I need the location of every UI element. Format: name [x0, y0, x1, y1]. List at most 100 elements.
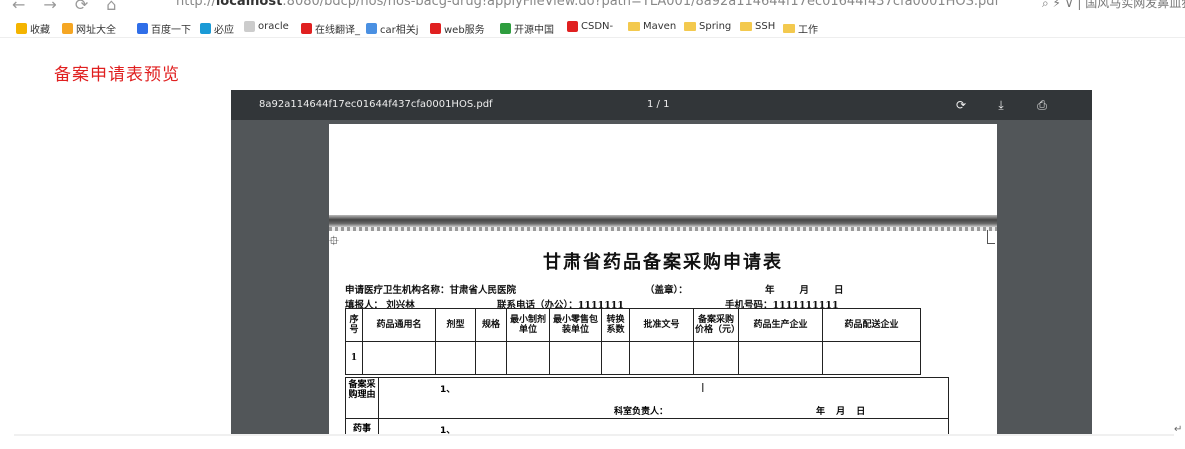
col-dosage-form: 剂型 — [435, 308, 476, 342]
nav-buttons[interactable]: ←→⟳⌂ — [12, 0, 134, 14]
bookmark-label: 工作 — [798, 25, 818, 36]
pdf-viewer: 8a92a114644f17ec01644f437cfa0001HOS.pdf … — [231, 90, 1092, 435]
bookmark-label: Maven — [643, 21, 677, 32]
bookmark-item[interactable]: 百度一下 — [137, 21, 191, 36]
reason-section: 备案采购理由 1、 科室负责人： 年 月 日 — [345, 377, 949, 419]
baidu-icon — [137, 23, 148, 34]
bookmark-label: Spring — [699, 21, 732, 32]
bookmark-item[interactable]: 必应 — [200, 21, 234, 36]
col-min-pack: 最小零售包装单位 — [549, 308, 602, 342]
bookmark-item[interactable]: web服务 — [430, 21, 485, 36]
col-seq: 序号 — [345, 308, 363, 342]
col-conversion: 转换系数 — [601, 308, 630, 342]
bookmark-item[interactable]: 网址大全 — [62, 21, 116, 36]
table-cell — [475, 341, 507, 375]
bookmark-item[interactable]: car相关j — [366, 21, 419, 36]
bookmark-item[interactable]: oracle — [244, 21, 289, 32]
seal-label: （盖章）： — [645, 285, 688, 296]
col-spec: 规格 — [475, 308, 507, 342]
bookmark-item[interactable]: CSDN- — [567, 21, 613, 32]
bookmark-item[interactable]: 开源中国 — [500, 21, 554, 36]
pdf-filename: 8a92a114644f17ec01644f437cfa0001HOS.pdf — [259, 99, 493, 110]
pdf-page: ⯐ 甘肃省药品备案采购申请表 申请医疗卫生机构名称：甘肃省人民医院 （盖章）： … — [329, 124, 997, 435]
table-cell — [601, 341, 630, 375]
folder-icon — [628, 22, 640, 31]
date-labels: 年 月 日 — [765, 285, 846, 296]
table-cell — [738, 341, 823, 375]
row-index: 1 — [345, 341, 363, 375]
table-cell — [822, 341, 921, 375]
url-host: localhost — [215, 0, 283, 9]
url-scheme: http:// — [176, 0, 216, 9]
url-path: :8080/bdcp/hos/hos-bacg-drug!applyFileVi… — [282, 0, 1000, 9]
table-cell — [629, 341, 694, 375]
table-header-row: 序号 药品通用名 剂型 规格 最小制剂单位 最小零售包装单位 转换系数 批准文号… — [345, 308, 921, 342]
bookmark-item[interactable]: Maven — [628, 21, 676, 32]
bookmark-label: oracle — [258, 21, 289, 32]
star-icon — [16, 23, 27, 34]
institution-label: 申请医疗卫生机构名称：甘肃省人民医院 — [345, 285, 517, 296]
bookmark-item[interactable]: 收藏 — [16, 21, 50, 36]
bing-icon — [200, 23, 211, 34]
rotate-icon[interactable]: ⟳ — [951, 95, 971, 115]
col-price: 备案采购价格（元） — [693, 308, 740, 342]
url-field[interactable]: http://localhost:8080/bdcp/hos/hos-bacg-… — [176, 0, 999, 9]
reason-index: 1、 — [440, 385, 456, 395]
table-cell — [549, 341, 602, 375]
car-icon — [366, 23, 377, 34]
col-min-unit: 最小制剂单位 — [506, 308, 550, 342]
table-cell — [362, 341, 436, 375]
table-cell — [435, 341, 476, 375]
pharmacy-section: 药事 1、 — [345, 419, 949, 435]
oschina-icon — [500, 23, 511, 34]
globe-icon — [62, 23, 73, 34]
bookmark-label: 在线翻译_ — [315, 25, 360, 36]
address-bar: ←→⟳⌂ http://localhost:8080/bdcp/hos/hos-… — [0, 0, 1185, 18]
scan-shadow — [329, 215, 997, 227]
bookmark-label: 百度一下 — [151, 25, 191, 36]
col-distributor: 药品配送企业 — [822, 308, 921, 342]
address-bar-extras[interactable]: ⌕ ⚡ ∨ | 国风马实网发鼻血狂喷 — [1042, 0, 1185, 11]
bookmark-label: 开源中国 — [514, 25, 554, 36]
drug-table: 序号 药品通用名 剂型 规格 最小制剂单位 最小零售包装单位 转换系数 批准文号… — [345, 308, 921, 375]
bookmark-label: SSH — [755, 21, 776, 32]
col-approval-no: 批准文号 — [629, 308, 694, 342]
c-icon — [567, 21, 578, 32]
bookmark-label: CSDN- — [581, 21, 614, 32]
page-title: 备案申请表预览 — [54, 65, 180, 85]
responsible-label: 科室负责人： — [614, 407, 669, 417]
page-divider — [14, 434, 1174, 436]
bookmark-item[interactable]: 在线翻译_ — [301, 21, 360, 36]
bookmark-label: web服务 — [444, 25, 485, 36]
bookmarks-bar: 收藏 网址大全 百度一下 必应 oracle 在线翻译_ car相关j web服务 开源中国 CS… — [0, 18, 1185, 38]
return-mark-icon: ↵ — [1174, 424, 1183, 435]
print-icon[interactable]: ⎙ — [1032, 95, 1052, 115]
reason-label: 备案采购理由 — [346, 378, 379, 418]
page-icon — [244, 21, 255, 32]
translate-icon — [301, 23, 312, 34]
folder-icon — [783, 24, 795, 33]
bookmark-item[interactable]: 工作 — [783, 21, 818, 36]
bookmark-item[interactable]: SSH — [740, 21, 775, 32]
bookmark-label: car相关j — [380, 25, 419, 36]
page-indicator: 1 / 1 — [647, 99, 670, 110]
table-cell — [693, 341, 739, 375]
reason-date: 年 月 日 — [816, 407, 870, 417]
table-cell — [506, 341, 550, 375]
bookmark-item[interactable]: Spring — [684, 21, 731, 32]
pdf-toolbar: 8a92a114644f17ec01644f437cfa0001HOS.pdf … — [231, 90, 1092, 120]
folder-icon — [684, 22, 696, 31]
c-icon — [430, 23, 441, 34]
folder-icon — [740, 22, 752, 31]
bookmark-label: 网址大全 — [76, 25, 116, 36]
col-generic-name: 药品通用名 — [362, 308, 436, 342]
crop-mark — [987, 230, 995, 244]
scan-shadow-edge — [329, 227, 997, 231]
pharmacy-label: 药事 — [346, 419, 379, 435]
col-manufacturer: 药品生产企业 — [738, 308, 823, 342]
text-cursor-icon: I — [701, 381, 705, 395]
bookmark-label: 收藏 — [30, 25, 50, 36]
table-row: 1 — [345, 341, 921, 375]
download-icon[interactable]: ⤓ — [991, 95, 1011, 115]
bookmark-label: 必应 — [214, 25, 234, 36]
